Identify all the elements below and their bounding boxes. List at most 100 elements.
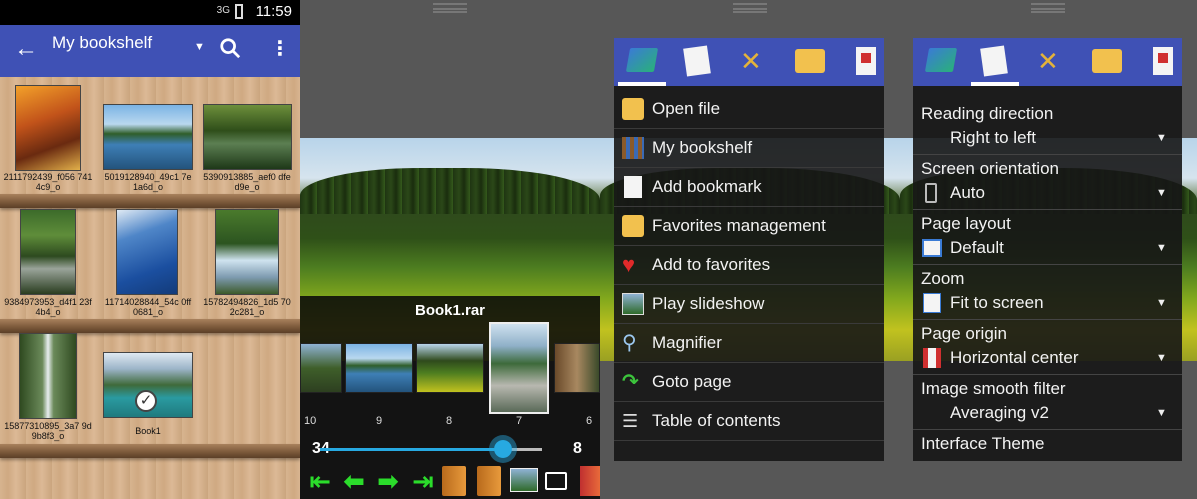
document-mark-icon [1158, 53, 1168, 63]
book-thumbnail[interactable] [215, 209, 279, 295]
screen-orientation-select[interactable]: Auto ▼ [913, 181, 1182, 207]
menu-panel: ✕ Open file My bookshelf Add bookmark Fa… [600, 0, 900, 499]
image-smooth-filter-select[interactable]: Averaging v2 ▼ [913, 401, 1182, 427]
tab-tools[interactable]: ✕ [726, 38, 782, 86]
zoom-select[interactable]: Fit to screen ▼ [913, 291, 1182, 317]
drag-handle-icon[interactable] [1031, 3, 1065, 13]
page-slider-knob[interactable] [489, 435, 517, 463]
setting-label: Zoom [921, 269, 965, 288]
active-tab-indicator [618, 82, 666, 86]
setting-label: Image smooth filter [921, 379, 1066, 398]
next-page-icon[interactable]: ➡ [375, 468, 401, 494]
cast-icon[interactable] [545, 472, 567, 490]
active-tab-indicator [971, 82, 1019, 86]
menu-item-magnifier[interactable]: ⚲ Magnifier [614, 324, 884, 363]
reading-direction-select[interactable]: Right to left ▼ [913, 126, 1182, 152]
page-thumbnail[interactable] [554, 343, 600, 393]
tab-document[interactable] [838, 38, 894, 86]
book-thumbnail[interactable] [103, 104, 193, 170]
dropdown-arrow-icon: ▼ [1156, 242, 1167, 254]
book-thumbnail[interactable] [203, 104, 292, 170]
tab-tools[interactable]: ✕ [1023, 38, 1079, 86]
page-thumbnail[interactable] [300, 343, 342, 393]
dropdown-arrow-icon: ▼ [1156, 297, 1167, 309]
setting-label: Screen orientation [921, 159, 1059, 178]
toc-icon: ☰ [622, 411, 639, 431]
page-layout-icon [922, 239, 942, 257]
page-thumbnail[interactable] [345, 343, 413, 393]
status-bar: 3G 11:59 [0, 0, 300, 25]
previous-book-icon[interactable] [442, 466, 466, 496]
menu-item-label: Add to favorites [652, 255, 771, 274]
shelf [0, 444, 300, 458]
reader-panel: Book1.rar 10 9 8 7 6 34 8 [300, 0, 600, 499]
tab-favorites[interactable] [1079, 38, 1135, 86]
menu-item-table-of-contents[interactable]: ☰ Table of contents [614, 402, 884, 441]
app-title[interactable]: My bookshelf [52, 33, 152, 53]
menu-item-label: Magnifier [652, 333, 722, 352]
menu-item-favorites-management[interactable]: Favorites management [614, 207, 884, 246]
first-page-icon[interactable]: ⇤ [307, 468, 333, 494]
menu-item-play-slideshow[interactable]: Play slideshow [614, 285, 884, 324]
menu-item-goto-page[interactable]: ↷ Goto page [614, 363, 884, 402]
selected-check-icon: ✓ [135, 390, 157, 412]
back-arrow-icon[interactable]: ← [14, 35, 38, 63]
last-page-icon[interactable]: ⇥ [410, 468, 436, 494]
previous-page-icon[interactable]: ⬅ [341, 468, 367, 494]
signal-icon: 3G [216, 5, 230, 16]
book-thumbnail[interactable] [20, 209, 76, 295]
page-thumbnail[interactable] [416, 343, 484, 393]
tab-document[interactable] [1135, 38, 1191, 86]
tab-favorites[interactable] [782, 38, 838, 86]
menu-item-label: Favorites management [652, 216, 826, 235]
phone-rotate-icon [925, 183, 937, 203]
notes-icon [683, 45, 711, 77]
overflow-menu-icon[interactable]: ⋮ [270, 36, 290, 61]
tab-library[interactable] [913, 38, 969, 86]
page-origin-select[interactable]: Horizontal center ▼ [913, 346, 1182, 372]
tab-library[interactable] [614, 38, 670, 86]
page-slider-fill [320, 448, 502, 451]
next-book-icon[interactable] [477, 466, 501, 496]
setting-label: Page layout [921, 214, 1011, 233]
drag-handle-icon[interactable] [733, 3, 767, 13]
book-caption: 9384973953_d4f1 23f4b4_o [4, 297, 92, 317]
book-caption: 5019128940_49c1 7e1a6d_o [104, 172, 192, 192]
book-caption: 11714028844_54c 0ff0681_o [104, 297, 192, 317]
page-layout-select[interactable]: Default ▼ [913, 236, 1182, 262]
goto-arrow-icon: ↷ [622, 371, 639, 393]
book-thumbnail[interactable] [15, 85, 81, 171]
slideshow-icon[interactable] [510, 468, 538, 492]
notes-icon [980, 45, 1008, 77]
add-bookmark-icon [624, 176, 642, 198]
setting-value: Horizontal center [950, 348, 1079, 367]
shelf [0, 319, 300, 333]
tab-notes[interactable] [670, 38, 726, 86]
menu-item-add-to-favorites[interactable]: ♥ Add to favorites [614, 246, 884, 285]
settings-panel: ✕ Reading direction Right to left ▼ Scre… [900, 0, 1197, 499]
page-number: 10 [304, 415, 317, 427]
interface-theme-setting[interactable]: Interface Theme [921, 434, 1044, 454]
shelf [0, 194, 300, 208]
document-mark-icon [861, 53, 871, 63]
tools-icon: ✕ [1037, 46, 1059, 76]
books-icon [924, 48, 958, 72]
book-caption: 15877310895_3a7 9d9b8f3_o [4, 421, 92, 441]
drag-handle-icon[interactable] [433, 3, 467, 13]
battery-icon [235, 4, 243, 19]
search-icon[interactable] [219, 36, 241, 60]
menu-item-my-bookshelf[interactable]: My bookshelf [614, 129, 884, 168]
current-page-thumbnail[interactable] [489, 322, 549, 414]
bookmark-icon[interactable] [580, 466, 600, 496]
book-thumbnail[interactable] [19, 333, 77, 419]
menu-tab-bar: ✕ [614, 38, 884, 86]
menu-item-open-file[interactable]: Open file [614, 90, 884, 129]
divider [913, 374, 1182, 375]
menu-item-add-bookmark[interactable]: Add bookmark [614, 168, 884, 207]
bookshelf-icon [622, 137, 644, 159]
setting-value: Averaging v2 [950, 403, 1049, 422]
book-thumbnail[interactable] [116, 209, 178, 295]
menu-item-label: Add bookmark [652, 177, 762, 196]
tab-notes[interactable] [967, 38, 1023, 86]
title-dropdown-icon[interactable]: ▼ [194, 41, 205, 53]
